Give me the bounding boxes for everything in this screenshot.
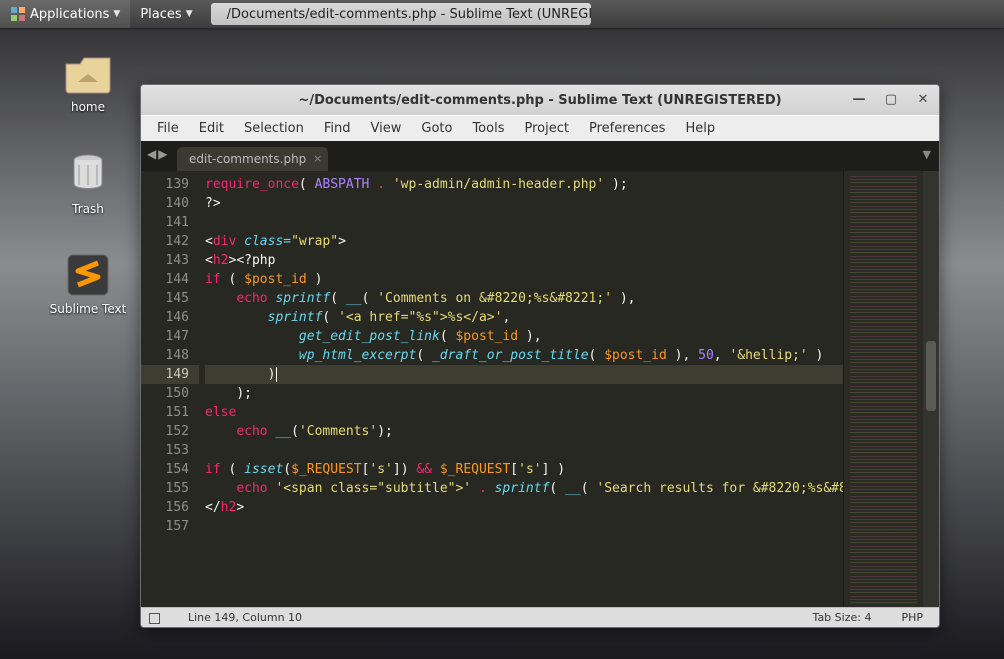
- trash-icon-desktop[interactable]: Trash: [38, 152, 138, 216]
- code-view[interactable]: require_once( ABSPATH . 'wp-admin/admin-…: [199, 171, 843, 607]
- tab-bar: ◀ ▶ edit-comments.php × ▼: [141, 141, 939, 171]
- applications-menu[interactable]: Applications ▼: [0, 0, 130, 28]
- chevron-down-icon: ▼: [186, 9, 193, 19]
- menu-edit[interactable]: Edit: [189, 121, 234, 136]
- text-caret: [276, 367, 277, 382]
- menu-tools[interactable]: Tools: [462, 121, 514, 136]
- chevron-down-icon: ▼: [113, 9, 120, 19]
- sublime-label: Sublime Text: [38, 302, 138, 316]
- sublime-window: ~/Documents/edit-comments.php - Sublime …: [140, 84, 940, 628]
- applications-label: Applications: [30, 7, 109, 22]
- vertical-scrollbar[interactable]: [923, 171, 939, 607]
- menu-goto[interactable]: Goto: [411, 121, 462, 136]
- line-gutter: 139140141 142143144 145146147 148149150 …: [141, 171, 199, 607]
- taskbar-title: /Documents/edit-comments.php - Sublime T…: [227, 7, 591, 22]
- taskbar-window-button[interactable]: /Documents/edit-comments.php - Sublime T…: [211, 3, 591, 25]
- scrollbar-thumb[interactable]: [926, 341, 936, 411]
- apps-icon: [10, 6, 26, 22]
- menu-selection[interactable]: Selection: [234, 121, 314, 136]
- status-tab-size[interactable]: Tab Size: 4: [805, 611, 880, 624]
- places-menu[interactable]: Places ▼: [130, 0, 202, 28]
- trash-icon: [63, 152, 113, 198]
- status-lang[interactable]: PHP: [893, 611, 931, 624]
- home-icon-desktop[interactable]: home: [38, 50, 138, 114]
- folder-home-icon: [63, 50, 113, 96]
- window-titlebar[interactable]: ~/Documents/edit-comments.php - Sublime …: [141, 85, 939, 115]
- minimize-button[interactable]: —: [849, 89, 869, 109]
- menu-help[interactable]: Help: [675, 121, 725, 136]
- desktop[interactable]: home Trash Sublime Text ~/Documents/edit…: [0, 28, 1004, 659]
- window-title: ~/Documents/edit-comments.php - Sublime …: [298, 93, 781, 108]
- tab-overflow-icon[interactable]: ▼: [923, 148, 931, 161]
- status-cursor[interactable]: Line 149, Column 10: [180, 611, 310, 624]
- menu-file[interactable]: File: [147, 121, 189, 136]
- status-bar: Line 149, Column 10 Tab Size: 4 PHP: [141, 607, 939, 627]
- tab-edit-comments[interactable]: edit-comments.php ×: [177, 147, 328, 171]
- close-button[interactable]: ✕: [913, 89, 933, 109]
- minimap[interactable]: [843, 171, 923, 607]
- tab-nav-fwd-icon[interactable]: ▶: [158, 147, 167, 161]
- app-menubar: File Edit Selection Find View Goto Tools…: [141, 115, 939, 141]
- tab-label: edit-comments.php: [189, 152, 306, 166]
- maximize-button[interactable]: ▢: [881, 89, 901, 109]
- sublime-app-icon: [63, 252, 113, 298]
- panel-toggle-icon[interactable]: [149, 613, 160, 624]
- menu-find[interactable]: Find: [314, 121, 361, 136]
- home-label: home: [38, 100, 138, 114]
- tab-close-icon[interactable]: ×: [313, 152, 322, 165]
- places-label: Places: [140, 7, 181, 22]
- editor-area[interactable]: 139140141 142143144 145146147 148149150 …: [141, 171, 939, 607]
- sublime-icon-desktop[interactable]: Sublime Text: [38, 252, 138, 316]
- menu-preferences[interactable]: Preferences: [579, 121, 675, 136]
- os-panel: Applications ▼ Places ▼ /Documents/edit-…: [0, 0, 1004, 28]
- menu-view[interactable]: View: [361, 121, 412, 136]
- menu-project[interactable]: Project: [514, 121, 578, 136]
- tab-nav-back-icon[interactable]: ◀: [147, 147, 156, 161]
- trash-label: Trash: [38, 202, 138, 216]
